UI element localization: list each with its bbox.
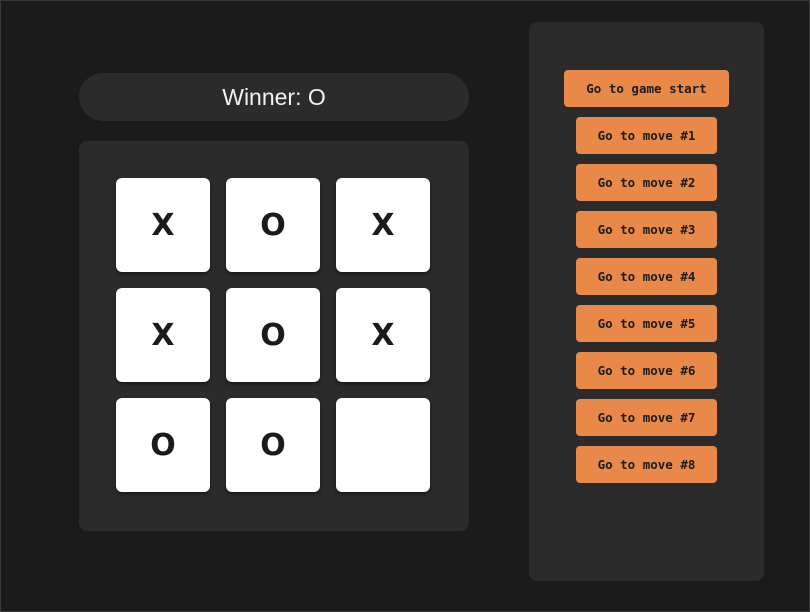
move-history-item: Go to move #6 [576, 352, 717, 389]
move-history-panel: Go to game start Go to move #1 Go to mov… [529, 22, 764, 581]
move-history-item: Go to move #5 [576, 305, 717, 342]
status-text: Winner: O [222, 83, 326, 110]
go-to-move-4-button[interactable]: Go to move #4 [576, 258, 717, 295]
go-to-move-6-button[interactable]: Go to move #6 [576, 352, 717, 389]
move-history-item: Go to move #1 [576, 117, 717, 154]
board-square-2[interactable]: O [226, 178, 320, 272]
go-to-move-2-button[interactable]: Go to move #2 [576, 164, 717, 201]
board-square-8[interactable]: O [226, 398, 320, 492]
game-status: Winner: O [79, 73, 469, 121]
game-page: Winner: O X O X X O X O O Go to game sta… [0, 0, 810, 612]
move-history-item: Go to move #7 [576, 399, 717, 436]
go-to-move-8-button[interactable]: Go to move #8 [576, 446, 717, 483]
go-to-game-start-button[interactable]: Go to game start [564, 70, 729, 107]
board-square-7[interactable]: O [116, 398, 210, 492]
board-square-4[interactable]: X [116, 288, 210, 382]
board-square-6[interactable]: X [336, 288, 430, 382]
move-history-item: Go to move #2 [576, 164, 717, 201]
board-square-1[interactable]: X [116, 178, 210, 272]
move-history-item: Go to move #8 [576, 446, 717, 483]
go-to-move-5-button[interactable]: Go to move #5 [576, 305, 717, 342]
board-square-3[interactable]: X [336, 178, 430, 272]
go-to-move-7-button[interactable]: Go to move #7 [576, 399, 717, 436]
game-board: X O X X O X O O [116, 178, 430, 492]
board-square-5[interactable]: O [226, 288, 320, 382]
board-panel: X O X X O X O O [79, 141, 469, 531]
move-history-item: Go to move #4 [576, 258, 717, 295]
go-to-move-1-button[interactable]: Go to move #1 [576, 117, 717, 154]
go-to-move-3-button[interactable]: Go to move #3 [576, 211, 717, 248]
board-square-9[interactable] [336, 398, 430, 492]
move-history-list: Go to game start Go to move #1 Go to mov… [529, 70, 764, 493]
move-history-item: Go to move #3 [576, 211, 717, 248]
move-history-item: Go to game start [564, 70, 729, 107]
